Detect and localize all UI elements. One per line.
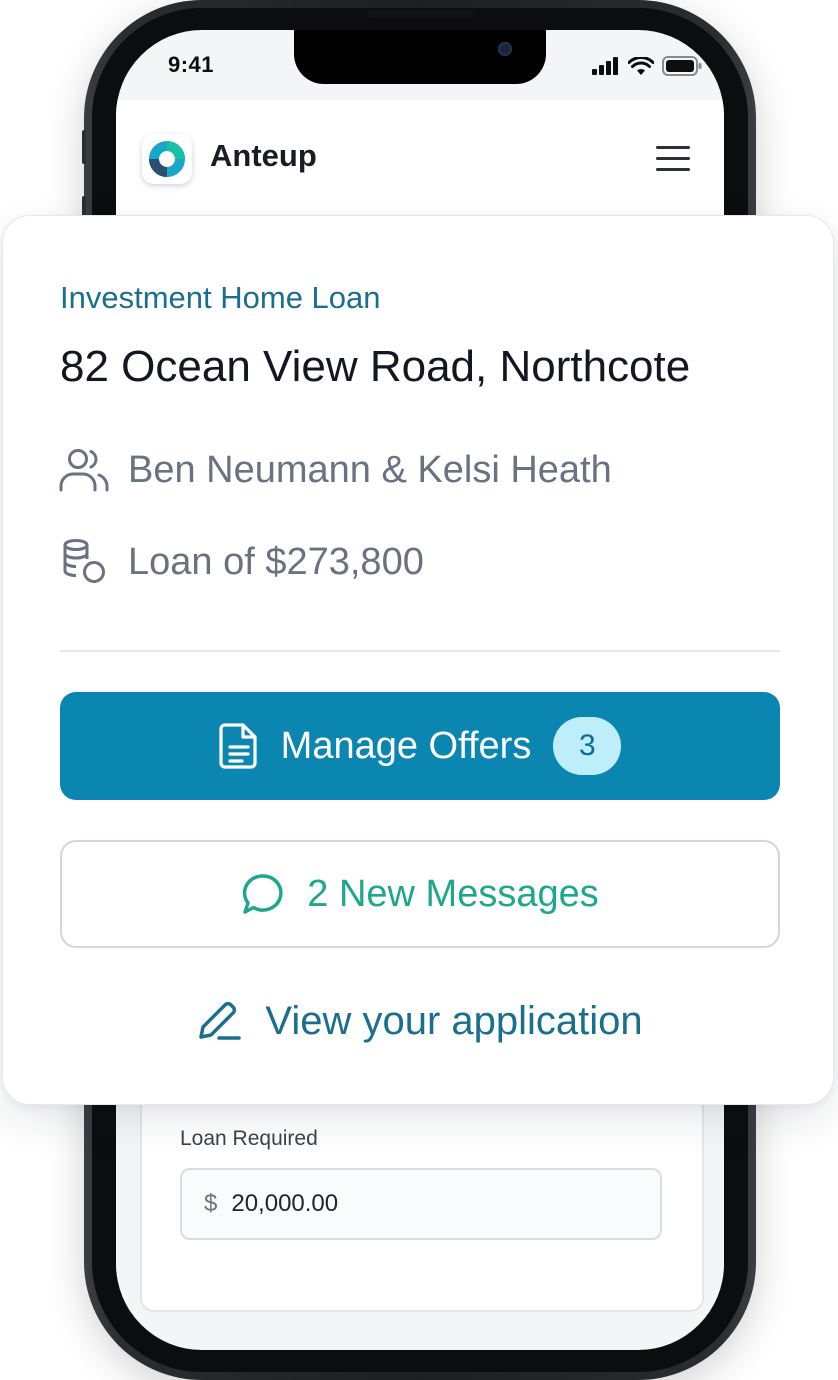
loan-type: Investment Home Loan: [60, 280, 381, 315]
view-application-link[interactable]: View your application: [60, 986, 780, 1056]
signal-icon: [592, 57, 620, 75]
loan-required-label: Loan Required: [180, 1127, 318, 1150]
status-time: 9:41: [168, 52, 215, 77]
camera-icon: [498, 42, 512, 56]
loan-required-form: Loan Required $ 20,000.00: [140, 1070, 704, 1312]
status-icons: [592, 56, 702, 76]
view-application-label: View your application: [265, 998, 643, 1043]
brand-name: Anteup: [210, 138, 317, 173]
borrowers-names: Ben Neumann & Kelsi Heath: [128, 448, 612, 491]
borrowers-row: Ben Neumann & Kelsi Heath: [58, 448, 612, 492]
phone-left-button: [82, 130, 86, 164]
card-divider: [60, 650, 780, 652]
document-icon: [219, 723, 259, 769]
new-messages-label: 2 New Messages: [307, 872, 599, 915]
property-address: 82 Ocean View Road, Northcote: [60, 342, 691, 391]
users-icon: [58, 448, 110, 492]
chat-bubble-icon: [241, 872, 285, 916]
loan-amount-row: Loan of $273,800: [58, 538, 424, 586]
phone-notch: [294, 30, 546, 84]
wifi-icon: [628, 56, 654, 76]
loan-required-value: 20,000.00: [231, 1190, 339, 1217]
loan-amount: Loan of $273,800: [128, 540, 424, 583]
currency-symbol: $: [204, 1190, 218, 1217]
anteup-logo-icon[interactable]: [142, 134, 192, 184]
battery-icon: [662, 56, 702, 76]
pencil-icon: [197, 1001, 243, 1041]
hamburger-menu-icon[interactable]: [656, 146, 692, 177]
manage-offers-button[interactable]: Manage Offers 3: [60, 692, 780, 800]
manage-offers-label: Manage Offers: [280, 724, 532, 767]
coins-icon: [58, 538, 110, 586]
offers-count-badge: 3: [553, 717, 622, 775]
app-header: Anteup: [116, 100, 724, 220]
loan-required-input[interactable]: $ 20,000.00: [180, 1168, 662, 1240]
loan-summary-card: Investment Home Loan 82 Ocean View Road,…: [2, 215, 834, 1105]
new-messages-button[interactable]: 2 New Messages: [60, 840, 780, 948]
phone-speaker: [366, 10, 476, 18]
